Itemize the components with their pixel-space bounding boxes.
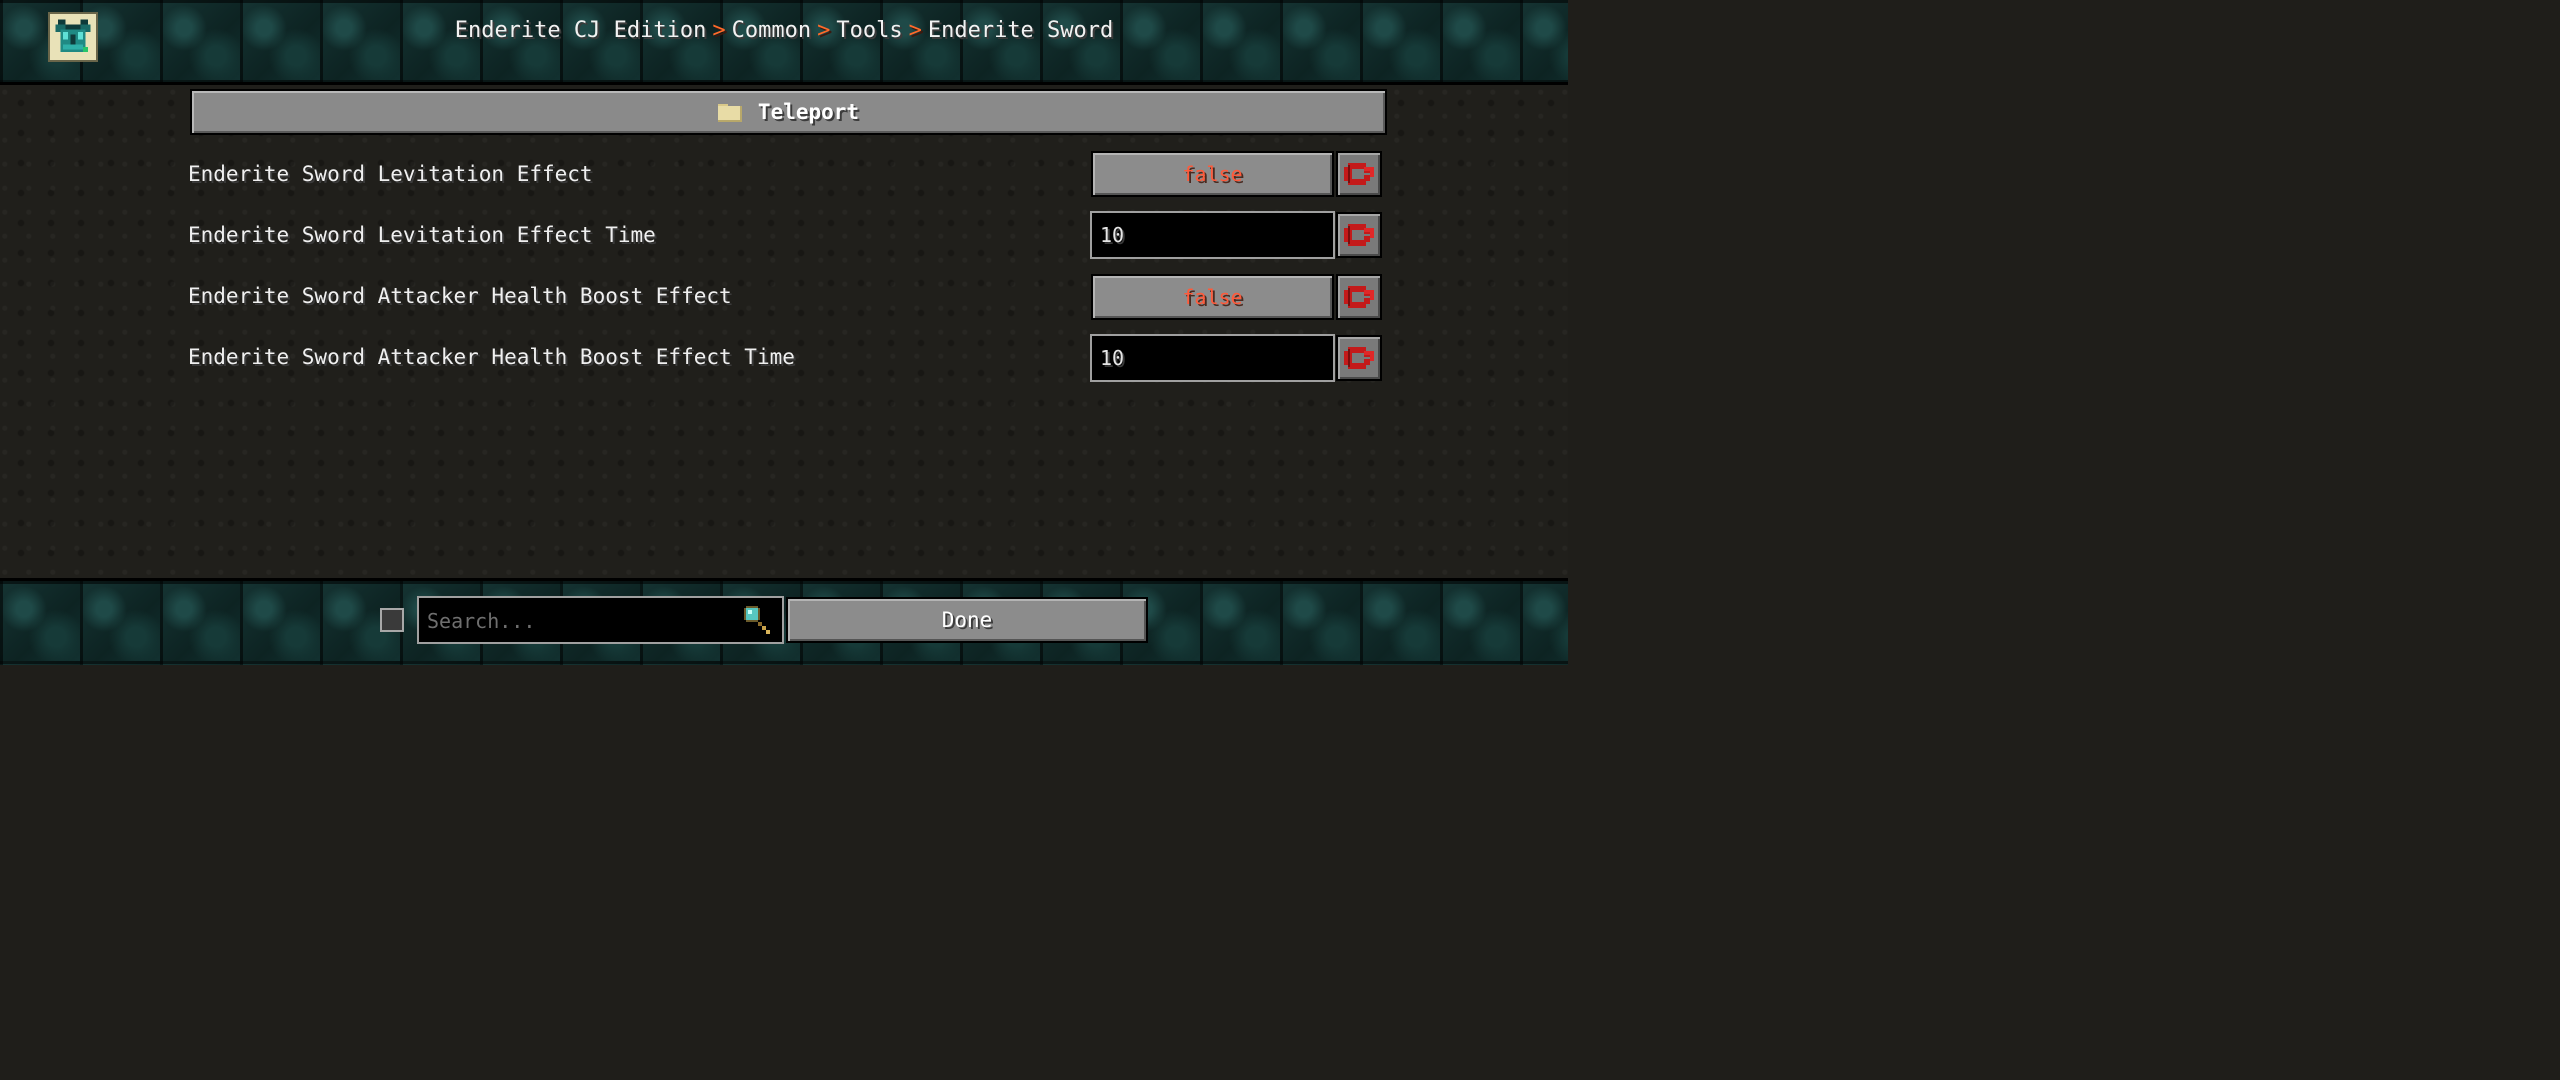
breadcrumb-item-mod[interactable]: Enderite CJ Edition <box>455 18 707 43</box>
filter-checkbox[interactable] <box>380 608 404 632</box>
breadcrumb-item-tools[interactable]: Tools <box>836 18 902 43</box>
reset-arrow-icon <box>1344 224 1374 246</box>
breadcrumb: Enderite CJ Edition > Common > Tools > Enderit… <box>0 18 1568 43</box>
section-title: Teleport <box>757 100 860 124</box>
footer-bar <box>0 578 1568 665</box>
breadcrumb-separator: > <box>712 18 726 43</box>
health-boost-effect-reset-button[interactable] <box>1336 274 1382 320</box>
option-label-levitation-effect: Enderite Sword Levitation Effect <box>188 162 593 186</box>
search-field[interactable] <box>417 596 784 644</box>
reset-arrow-icon <box>1344 163 1374 185</box>
breadcrumb-item-current: Enderite Sword <box>927 18 1114 43</box>
folder-icon <box>717 103 742 122</box>
health-boost-effect-time-input[interactable]: 10 <box>1090 334 1335 382</box>
done-button[interactable]: Done <box>786 597 1148 643</box>
levitation-effect-reset-button[interactable] <box>1336 151 1382 197</box>
reset-arrow-icon <box>1344 347 1374 369</box>
levitation-effect-time-reset-button[interactable] <box>1336 212 1382 258</box>
levitation-effect-time-input[interactable]: 10 <box>1090 211 1335 259</box>
levitation-effect-toggle[interactable]: false <box>1091 151 1334 197</box>
health-boost-effect-time-reset-button[interactable] <box>1336 335 1382 381</box>
breadcrumb-item-common[interactable]: Common <box>732 18 811 43</box>
reset-arrow-icon <box>1344 286 1374 308</box>
search-input[interactable] <box>425 602 739 640</box>
option-label-health-boost-effect-time: Enderite Sword Attacker Health Boost Eff… <box>188 345 795 369</box>
breadcrumb-separator: > <box>817 18 831 43</box>
magnifying-glass-icon <box>740 604 774 638</box>
option-label-health-boost-effect: Enderite Sword Attacker Health Boost Eff… <box>188 284 732 308</box>
health-boost-effect-toggle[interactable]: false <box>1091 274 1334 320</box>
breadcrumb-separator: > <box>908 18 922 43</box>
section-header-teleport[interactable]: Teleport <box>190 89 1387 135</box>
option-label-levitation-effect-time: Enderite Sword Levitation Effect Time <box>188 223 656 247</box>
